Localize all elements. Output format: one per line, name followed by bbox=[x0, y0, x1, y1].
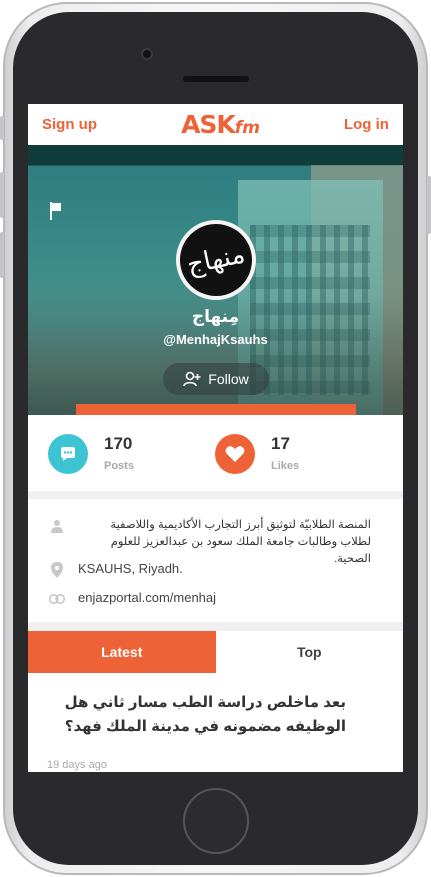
feed-tabs: Latest Top bbox=[28, 631, 403, 673]
home-button[interactable] bbox=[183, 788, 249, 854]
likes-stat[interactable]: 17 Likes bbox=[215, 434, 299, 474]
avatar[interactable]: منهاج bbox=[173, 217, 259, 303]
follow-button[interactable]: Follow bbox=[163, 363, 269, 395]
bio-location: KSAUHS, Riyadh. bbox=[78, 561, 183, 576]
tab-latest[interactable]: Latest bbox=[28, 631, 216, 673]
top-navigation: Sign up ASKfm Log in bbox=[28, 104, 403, 145]
front-camera bbox=[141, 48, 153, 60]
question-card[interactable]: بعد ماخلص دراسة الطب مسار ثاني هل الوظيف… bbox=[28, 673, 403, 772]
likes-count: 17 bbox=[271, 434, 290, 453]
location-pin-icon bbox=[48, 561, 66, 579]
heart-icon bbox=[215, 434, 255, 474]
bio-website-link[interactable]: enjazportal.com/menhaj bbox=[78, 590, 216, 605]
link-icon bbox=[48, 590, 66, 608]
bio-website-row: enjazportal.com/menhaj bbox=[48, 590, 216, 608]
app-screen: Sign up ASKfm Log in منهاج مِنهاج @Menha… bbox=[28, 104, 403, 772]
bio-location-row: KSAUHS, Riyadh. bbox=[48, 561, 183, 579]
question-text[interactable]: بعد ماخلص دراسة الطب مسار ثاني هل الوظيف… bbox=[46, 691, 346, 739]
earpiece-speaker bbox=[183, 76, 249, 82]
ask-me-anything-button[interactable]: Ask me anything bbox=[76, 404, 356, 415]
follow-label: Follow bbox=[208, 371, 249, 387]
power-button bbox=[427, 176, 431, 234]
posts-label: Posts bbox=[104, 460, 134, 472]
signup-link[interactable]: Sign up bbox=[42, 116, 97, 133]
volume-up-button bbox=[0, 172, 4, 218]
logo-suffix: fm bbox=[234, 118, 260, 138]
tab-top[interactable]: Top bbox=[216, 631, 404, 673]
askfm-logo[interactable]: ASKfm bbox=[181, 110, 260, 139]
profile-display-name: مِنهاج bbox=[191, 307, 240, 326]
logo-text: ASK bbox=[181, 110, 236, 139]
profile-stats: 170 Posts 17 Likes bbox=[28, 415, 403, 491]
posts-count: 170 bbox=[104, 434, 133, 453]
add-user-icon bbox=[183, 371, 201, 387]
profile-handle: @MenhajKsauhs bbox=[163, 332, 268, 347]
mute-switch bbox=[0, 116, 4, 140]
volume-down-button bbox=[0, 232, 4, 278]
person-icon bbox=[48, 517, 66, 535]
profile-cover: منهاج مِنهاج @MenhajKsauhs Follow Ask me… bbox=[28, 145, 403, 415]
login-link[interactable]: Log in bbox=[344, 116, 389, 133]
posts-bubble-icon bbox=[48, 434, 88, 474]
profile-bio: المنصة الطلابيّة لتوثيق أبرز التجارب الأ… bbox=[28, 499, 403, 622]
question-timestamp: 19 days ago bbox=[47, 759, 107, 771]
likes-label: Likes bbox=[271, 460, 300, 472]
posts-stat[interactable]: 170 Posts bbox=[48, 434, 134, 474]
report-flag-icon[interactable] bbox=[49, 202, 63, 220]
